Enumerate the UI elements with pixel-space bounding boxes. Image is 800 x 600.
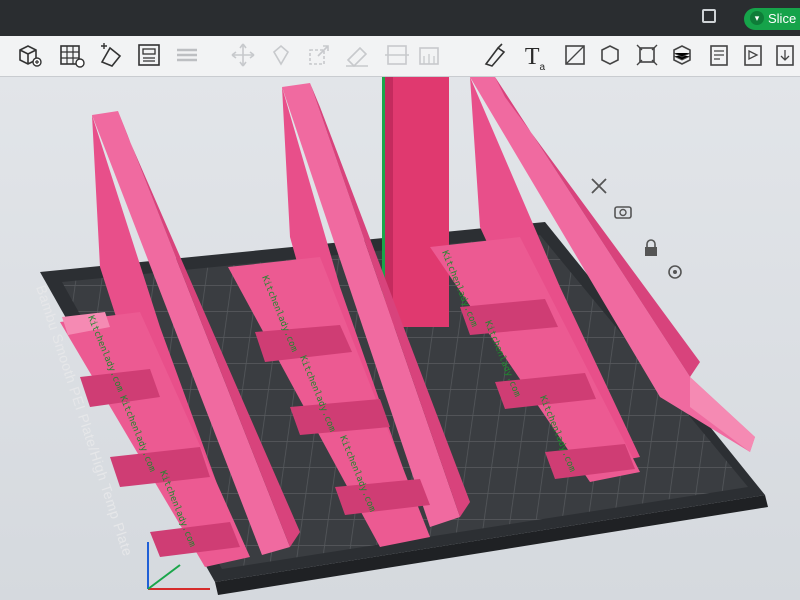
text-tool-sub: a <box>539 61 546 73</box>
build-scene[interactable]: Bambu Smooth PEI Plate/High Temp Plate K… <box>0 77 800 600</box>
top-bar: ▾ Slice <box>0 0 800 36</box>
text-tool-button[interactable]: Ta <box>520 42 550 73</box>
boolean-icon[interactable] <box>596 40 626 70</box>
3d-viewport[interactable]: Bambu Smooth PEI Plate/High Temp Plate K… <box>0 77 800 600</box>
seam-paint-icon[interactable] <box>480 40 510 70</box>
settings-icon[interactable] <box>664 261 686 283</box>
main-toolbar: Ta <box>0 36 800 77</box>
orient-icon[interactable] <box>96 40 126 70</box>
text-icon: T <box>524 44 540 70</box>
slice-view-icon[interactable] <box>704 40 734 70</box>
assemble-icon[interactable] <box>632 40 662 70</box>
variable-layer-icon[interactable] <box>668 40 698 70</box>
layers-icon[interactable] <box>172 40 202 70</box>
grid-arrange-icon[interactable] <box>56 40 86 70</box>
close-view-icon[interactable] <box>588 175 610 197</box>
support-paint-icon[interactable] <box>414 40 444 70</box>
move-icon[interactable] <box>228 40 258 70</box>
chevron-down-icon: ▾ <box>750 11 764 25</box>
slice-button[interactable]: ▾ Slice <box>744 8 800 30</box>
prime-tower <box>382 77 449 327</box>
measure-icon[interactable] <box>560 40 590 70</box>
plate-layout-icon[interactable] <box>134 40 164 70</box>
preview-icon[interactable] <box>738 40 768 70</box>
scale-icon[interactable] <box>304 40 334 70</box>
lock-icon[interactable] <box>640 237 662 259</box>
cut-icon[interactable] <box>382 40 412 70</box>
lay-flat-icon[interactable] <box>342 40 372 70</box>
rotate-icon[interactable] <box>266 40 296 70</box>
layout-toggle-icon[interactable] <box>702 9 716 23</box>
camera-view-icon[interactable] <box>612 201 634 223</box>
add-cube-icon[interactable] <box>14 40 44 70</box>
export-icon[interactable] <box>770 40 800 70</box>
slice-button-label: Slice <box>768 11 797 26</box>
